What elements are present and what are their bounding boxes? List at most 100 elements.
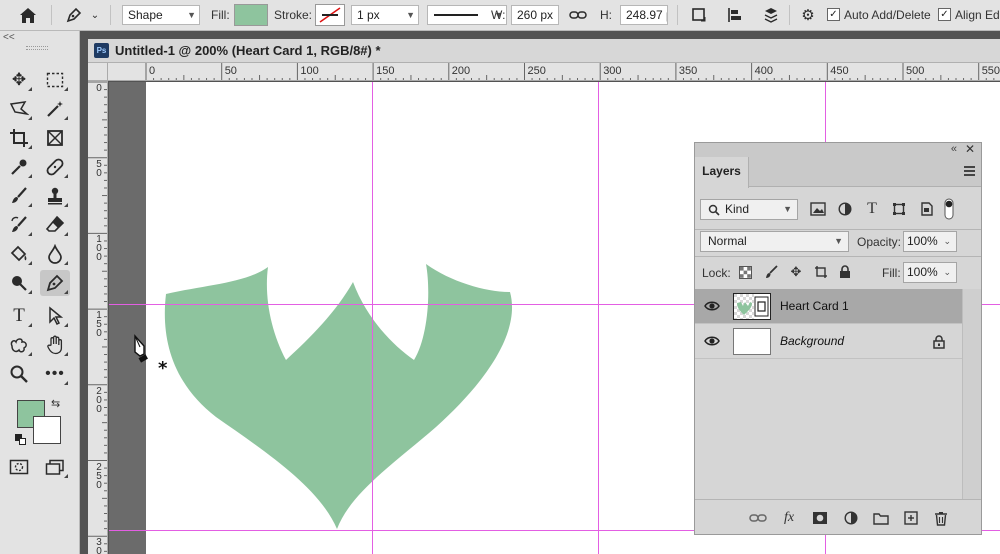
width-label: W:: [491, 8, 506, 22]
type-tool[interactable]: T: [4, 303, 34, 329]
layer-thumbnail[interactable]: [733, 293, 771, 320]
more-dots-icon: •••: [45, 365, 65, 382]
auto-add-delete-checkbox[interactable]: ✓: [827, 8, 840, 21]
layer-list-scrollbar[interactable]: [962, 289, 981, 499]
document-tab[interactable]: Ps Untitled-1 @ 200% (Heart Card 1, RGB/…: [88, 39, 1000, 63]
path-operations-icon[interactable]: [688, 4, 710, 26]
crop-tool[interactable]: [4, 125, 34, 151]
type-layer-filter-icon[interactable]: T: [863, 200, 881, 218]
eraser-tool[interactable]: [40, 212, 70, 238]
move-tool[interactable]: ✥: [4, 67, 34, 93]
lock-all-icon[interactable]: [836, 263, 854, 281]
edit-toolbar-button[interactable]: •••: [40, 361, 70, 387]
marquee-tool[interactable]: [40, 67, 70, 93]
tool-mode-value: Shape: [128, 8, 163, 22]
layer-name: Background: [780, 334, 845, 348]
layer-row-background[interactable]: Background: [695, 324, 962, 359]
brush-tool[interactable]: [4, 183, 34, 209]
new-adjustment-layer-icon[interactable]: [842, 509, 860, 527]
horizontal-ruler[interactable]: 0 50 100 150 200 250 300 350 400 450 500 550: [108, 63, 1000, 81]
add-mask-icon[interactable]: [811, 509, 829, 527]
lasso-tool[interactable]: [4, 96, 34, 122]
background-color-swatch[interactable]: [33, 416, 61, 444]
pen-tool-preset-icon[interactable]: [63, 4, 85, 26]
lock-position-icon[interactable]: ✥: [787, 263, 805, 281]
smart-object-filter-icon[interactable]: [917, 200, 935, 218]
stroke-width-input[interactable]: 1 px ▼: [351, 5, 419, 25]
panel-menu-icon[interactable]: [964, 166, 975, 176]
lock-image-pixels-icon[interactable]: [762, 263, 780, 281]
width-input[interactable]: 260 px: [511, 5, 559, 25]
tools-collapse-button[interactable]: <<: [0, 31, 80, 45]
clone-stamp-tool[interactable]: [40, 183, 70, 209]
paint-bucket-tool[interactable]: [4, 241, 34, 267]
search-icon: [708, 204, 720, 216]
layer-filter-select[interactable]: Kind ▼: [700, 199, 798, 220]
tab-layers[interactable]: Layers: [695, 157, 749, 188]
chevron-down-icon[interactable]: ⌄: [88, 4, 102, 26]
fill-color-swatch[interactable]: [234, 4, 268, 26]
pen-tool[interactable]: [40, 270, 70, 296]
gear-icon[interactable]: ⚙: [797, 4, 819, 26]
healing-brush-tool[interactable]: [40, 154, 70, 180]
shape-layer-filter-icon[interactable]: [890, 200, 908, 218]
ruler-origin[interactable]: [88, 63, 108, 81]
hand-tool[interactable]: [40, 332, 70, 358]
lock-icon[interactable]: [933, 335, 945, 349]
fill-opacity-input[interactable]: 100% ⌄: [903, 262, 957, 283]
link-icon[interactable]: [567, 4, 589, 26]
collapse-panel-icon[interactable]: «: [951, 143, 957, 155]
quick-mask-button[interactable]: [4, 454, 34, 480]
separator: [789, 5, 790, 25]
layer-thumbnail[interactable]: [733, 328, 771, 355]
dodge-tool[interactable]: [4, 270, 34, 296]
adjustment-layer-filter-icon[interactable]: [836, 200, 854, 218]
screen-mode-button[interactable]: [40, 454, 70, 480]
layer-row-heart-card-1[interactable]: Heart Card 1: [695, 289, 962, 324]
lock-artboard-icon[interactable]: [812, 263, 830, 281]
ruler-label: 30: [96, 537, 102, 554]
panel-grip[interactable]: [26, 46, 48, 50]
lock-transparent-pixels-icon[interactable]: [736, 263, 754, 281]
path-arrangement-icon[interactable]: [760, 4, 782, 26]
ruler-label: 350: [678, 65, 698, 77]
magic-wand-tool[interactable]: [40, 96, 70, 122]
close-icon[interactable]: ✕: [965, 142, 975, 156]
custom-shape-icon: [10, 338, 27, 353]
filter-toggle-icon[interactable]: [942, 198, 956, 220]
blur-tool[interactable]: [40, 241, 70, 267]
eye-icon[interactable]: [704, 334, 720, 348]
eyedropper-tool[interactable]: [4, 154, 34, 180]
tool-mode-select[interactable]: Shape ▼: [122, 5, 200, 25]
path-selection-tool[interactable]: [40, 303, 70, 329]
default-colors-icon[interactable]: [15, 434, 27, 446]
new-group-icon[interactable]: [872, 509, 890, 527]
ruler-label: 150: [376, 65, 395, 77]
swap-colors-icon[interactable]: ⇆: [51, 397, 60, 410]
eye-icon[interactable]: [704, 299, 720, 313]
shape-layer-thumbnail-icon: [734, 294, 769, 319]
link-layers-icon[interactable]: [749, 509, 767, 527]
layer-effects-icon[interactable]: fx: [780, 509, 798, 527]
frame-tool[interactable]: [40, 125, 70, 151]
zoom-tool[interactable]: [4, 361, 34, 387]
home-icon[interactable]: [17, 4, 39, 26]
path-alignment-icon[interactable]: [724, 4, 746, 26]
vertical-ruler[interactable]: 0 50 100 150 200 250 30: [88, 81, 108, 554]
height-input[interactable]: 248.97 p: [620, 5, 668, 25]
photoshop-file-icon: Ps: [94, 43, 109, 58]
stroke-color-swatch[interactable]: [315, 4, 345, 26]
vertical-guide[interactable]: [598, 82, 599, 554]
blend-mode-select[interactable]: Normal ▼: [700, 231, 849, 252]
custom-shape-tool[interactable]: [4, 332, 34, 358]
new-layer-icon[interactable]: [902, 509, 920, 527]
pixel-layer-filter-icon[interactable]: [809, 200, 827, 218]
panel-title-bar[interactable]: « ✕: [695, 142, 981, 157]
horizontal-ruler-ticks: [145, 63, 995, 80]
history-brush-tool[interactable]: [4, 212, 34, 238]
vertical-guide[interactable]: [372, 82, 373, 554]
align-edges-checkbox[interactable]: ✓: [938, 8, 951, 21]
opacity-input[interactable]: 100% ⌄: [903, 231, 957, 252]
delete-layer-icon[interactable]: [932, 509, 950, 527]
ruler-label: 450: [830, 65, 849, 77]
